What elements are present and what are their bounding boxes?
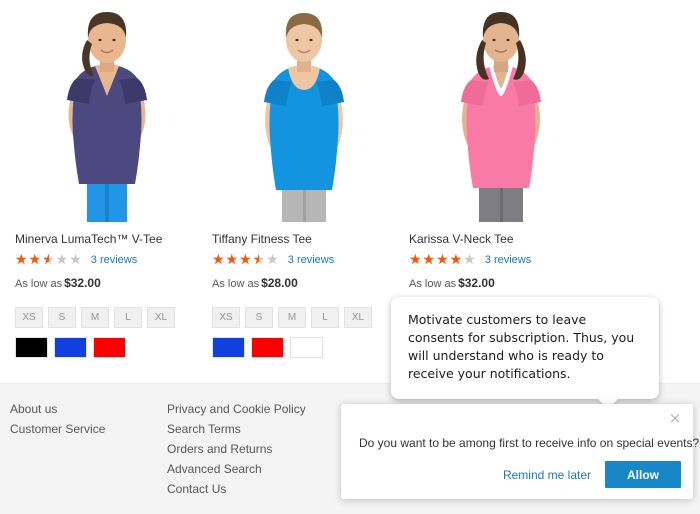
star-rating[interactable]: ★★★★★ ★★★★★ <box>409 253 477 267</box>
price-row: As low as $32.00 <box>409 276 592 290</box>
remind-me-later-button[interactable]: Remind me later <box>503 468 591 482</box>
color-swatch[interactable] <box>15 337 48 358</box>
size-swatch[interactable]: XL <box>344 307 372 328</box>
product-card[interactable]: Tiffany Fitness Tee ★★★★★ ★★★★★ 3 review… <box>212 0 395 383</box>
price-amount: $28.00 <box>261 276 298 290</box>
close-icon[interactable]: × <box>667 410 683 426</box>
footer-link[interactable]: Contact Us <box>167 479 306 499</box>
color-swatch[interactable] <box>93 337 126 358</box>
price-prefix: As low as <box>15 278 63 290</box>
consent-dialog: × Do you want to be among first to recei… <box>341 404 700 499</box>
size-swatch[interactable]: L <box>114 307 142 328</box>
product-image[interactable] <box>15 0 198 222</box>
color-swatch-group <box>15 337 198 358</box>
price-row: As low as $28.00 <box>212 276 395 290</box>
color-swatch[interactable] <box>251 337 284 358</box>
size-swatch[interactable]: L <box>311 307 339 328</box>
allow-button[interactable]: Allow <box>605 461 681 488</box>
price-amount: $32.00 <box>64 276 101 290</box>
reviews-link[interactable]: 3 reviews <box>91 254 137 266</box>
footer-link[interactable]: Advanced Search <box>167 459 306 479</box>
footer-link[interactable]: Orders and Returns <box>167 439 306 459</box>
footer-link[interactable]: Privacy and Cookie Policy <box>167 399 306 419</box>
product-name[interactable]: Karissa V-Neck Tee <box>409 232 592 246</box>
product-image[interactable] <box>212 0 395 222</box>
product-name[interactable]: Tiffany Fitness Tee <box>212 232 395 246</box>
rating-row: ★★★★★ ★★★★★ 3 reviews <box>409 253 592 267</box>
footer-column-1: About us Customer Service <box>10 399 105 439</box>
rating-row: ★★★★★ ★★★★★ 3 reviews <box>212 253 395 267</box>
size-swatch-group: XSSMLXL <box>15 307 198 328</box>
size-swatch[interactable]: XS <box>212 307 240 328</box>
price-amount: $32.00 <box>458 276 495 290</box>
rating-row: ★★★★★ ★★★★★ 3 reviews <box>15 253 198 267</box>
consent-dialog-message: Do you want to be among first to receive… <box>359 436 700 450</box>
star-rating[interactable]: ★★★★★ ★★★★★ <box>212 253 280 267</box>
consent-tooltip: Motivate customers to leave consents for… <box>391 297 659 410</box>
reviews-link[interactable]: 3 reviews <box>485 254 531 266</box>
size-swatch[interactable]: XL <box>147 307 175 328</box>
model-photo-minerva <box>15 0 198 222</box>
star-rating-fill: ★★★★★ <box>15 253 49 267</box>
star-rating[interactable]: ★★★★★ ★★★★★ <box>15 253 83 267</box>
consent-tooltip-text: Motivate customers to leave consents for… <box>408 312 635 381</box>
reviews-link[interactable]: 3 reviews <box>288 254 334 266</box>
star-rating-fill: ★★★★★ <box>212 253 259 267</box>
size-swatch[interactable]: S <box>48 307 76 328</box>
product-card[interactable]: Minerva LumaTech™ V-Tee ★★★★★ ★★★★★ 3 re… <box>15 0 198 383</box>
star-rating-fill: ★★★★★ <box>409 253 464 267</box>
price-prefix: As low as <box>409 278 457 290</box>
model-photo-karissa <box>409 0 592 222</box>
size-swatch[interactable]: XS <box>15 307 43 328</box>
size-swatch[interactable]: M <box>81 307 109 328</box>
color-swatch[interactable] <box>54 337 87 358</box>
size-swatch[interactable]: S <box>245 307 273 328</box>
color-swatch[interactable] <box>212 337 245 358</box>
price-prefix: As low as <box>212 278 260 290</box>
color-swatch[interactable] <box>290 337 323 358</box>
footer-link[interactable]: Search Terms <box>167 419 306 439</box>
model-photo-tiffany <box>212 0 395 222</box>
footer-link[interactable]: About us <box>10 399 105 419</box>
price-row: As low as $32.00 <box>15 276 198 290</box>
size-swatch[interactable]: M <box>278 307 306 328</box>
product-image[interactable] <box>409 0 592 222</box>
consent-dialog-actions: Remind me later Allow <box>503 461 681 488</box>
footer-link[interactable]: Customer Service <box>10 419 105 439</box>
footer-column-2: Privacy and Cookie Policy Search Terms Ord… <box>167 399 306 499</box>
color-swatch-group <box>212 337 395 358</box>
size-swatch-group: XSSMLXL <box>212 307 395 328</box>
product-name[interactable]: Minerva LumaTech™ V-Tee <box>15 232 198 246</box>
